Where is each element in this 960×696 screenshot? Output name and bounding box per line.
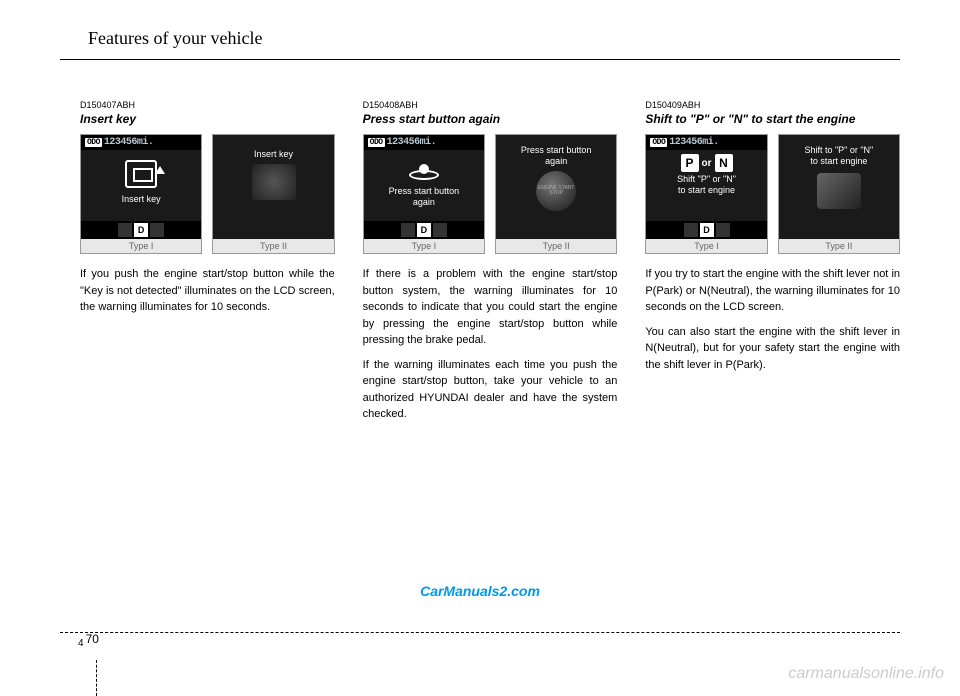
page-number-value: 70 — [86, 632, 99, 646]
body-paragraph: If you push the engine start/stop button… — [80, 266, 335, 316]
odo-label: ODO — [368, 138, 385, 147]
n-box-icon: N — [715, 154, 733, 172]
section-code: D150407ABH — [80, 100, 335, 110]
screen-message: to start engine — [674, 185, 739, 196]
body-paragraph: You can also start the engine with the s… — [645, 324, 900, 374]
odo-value: 123456 — [387, 137, 420, 148]
section-number: 4 — [78, 638, 84, 649]
section-title: Press start button again — [363, 112, 618, 126]
type-label: Type I — [646, 239, 766, 253]
screen-message: to start engine — [806, 156, 871, 167]
gear-active: D — [417, 223, 431, 237]
screen-message: Insert key — [250, 149, 297, 160]
insert-key-icon — [125, 160, 157, 188]
section-title: Shift to "P" or "N" to start the engine — [645, 112, 900, 126]
screen-message: again — [541, 156, 571, 167]
screen-message: Press start button — [385, 186, 464, 197]
odometer: ODO123456mi. — [646, 135, 766, 150]
section-code: D150408ABH — [363, 100, 618, 110]
body-paragraph: If you try to start the engine with the … — [645, 266, 900, 316]
content-columns: D150407ABH Insert key ODO123456mi. Inser… — [0, 60, 960, 431]
odo-label: ODO — [650, 138, 667, 147]
type-label: Type I — [364, 239, 484, 253]
watermark-carmanualsonline: carmanualsonline.info — [788, 665, 944, 683]
gear-indicator: D — [646, 221, 766, 239]
odo-unit: mi. — [137, 137, 154, 148]
odo-label: ODO — [85, 138, 102, 147]
p-or-n-icon: P or N — [681, 154, 733, 172]
odometer: ODO123456mi. — [364, 135, 484, 150]
odo-value: 123456 — [669, 137, 702, 148]
display-type2: Shift to "P" or "N" to start engine Type… — [778, 134, 900, 254]
gear-indicator: D — [81, 221, 201, 239]
column-1: D150407ABH Insert key ODO123456mi. Inser… — [80, 100, 335, 431]
display-pair: ODO123456mi. Press start button again D … — [363, 134, 618, 254]
odo-value: 123456 — [104, 137, 137, 148]
section-code: D150409ABH — [645, 100, 900, 110]
screen-message: Shift "P" or "N" — [673, 174, 740, 185]
page-number: 470 — [78, 632, 99, 649]
key-slot-icon — [252, 164, 296, 200]
section-title: Insert key — [80, 112, 335, 126]
odometer: ODO123456mi. — [81, 135, 201, 150]
press-button-icon — [409, 160, 439, 180]
key-fob-icon — [817, 173, 861, 209]
type-label: Type I — [81, 239, 201, 253]
display-type1: ODO123456mi. P or N Shift "P" or "N" to … — [645, 134, 767, 254]
screen-message: Press start button — [517, 145, 596, 156]
column-2: D150408ABH Press start button again ODO1… — [363, 100, 618, 431]
type-label: Type II — [213, 239, 333, 253]
engine-start-button-icon: ENGINE START STOP — [536, 171, 576, 211]
display-pair: ODO123456mi. P or N Shift "P" or "N" to … — [645, 134, 900, 254]
gear-active: D — [134, 223, 148, 237]
odo-unit: mi. — [702, 137, 719, 148]
footer-rule — [60, 632, 900, 633]
watermark-carmanuals2: CarManuals2.com — [0, 583, 960, 599]
type-label: Type II — [496, 239, 616, 253]
gear-active: D — [700, 223, 714, 237]
screen-message: Insert key — [118, 194, 165, 205]
display-pair: ODO123456mi. Insert key D Type I Insert … — [80, 134, 335, 254]
display-type1: ODO123456mi. Press start button again D … — [363, 134, 485, 254]
body-paragraph: If the warning illuminates each time you… — [363, 357, 618, 423]
screen-message: Shift to "P" or "N" — [800, 145, 877, 156]
p-box-icon: P — [681, 154, 699, 172]
type-label: Type II — [779, 239, 899, 253]
column-3: D150409ABH Shift to "P" or "N" to start … — [645, 100, 900, 431]
screen-message: again — [409, 197, 439, 208]
gear-indicator: D — [364, 221, 484, 239]
display-type2: Press start button again ENGINE START ST… — [495, 134, 617, 254]
display-type1: ODO123456mi. Insert key D Type I — [80, 134, 202, 254]
page-header: Features of your vehicle — [0, 0, 960, 59]
odo-unit: mi. — [420, 137, 437, 148]
binding-dash — [96, 660, 97, 696]
or-label: or — [702, 158, 712, 169]
display-type2: Insert key Type II — [212, 134, 334, 254]
body-paragraph: If there is a problem with the engine st… — [363, 266, 618, 349]
